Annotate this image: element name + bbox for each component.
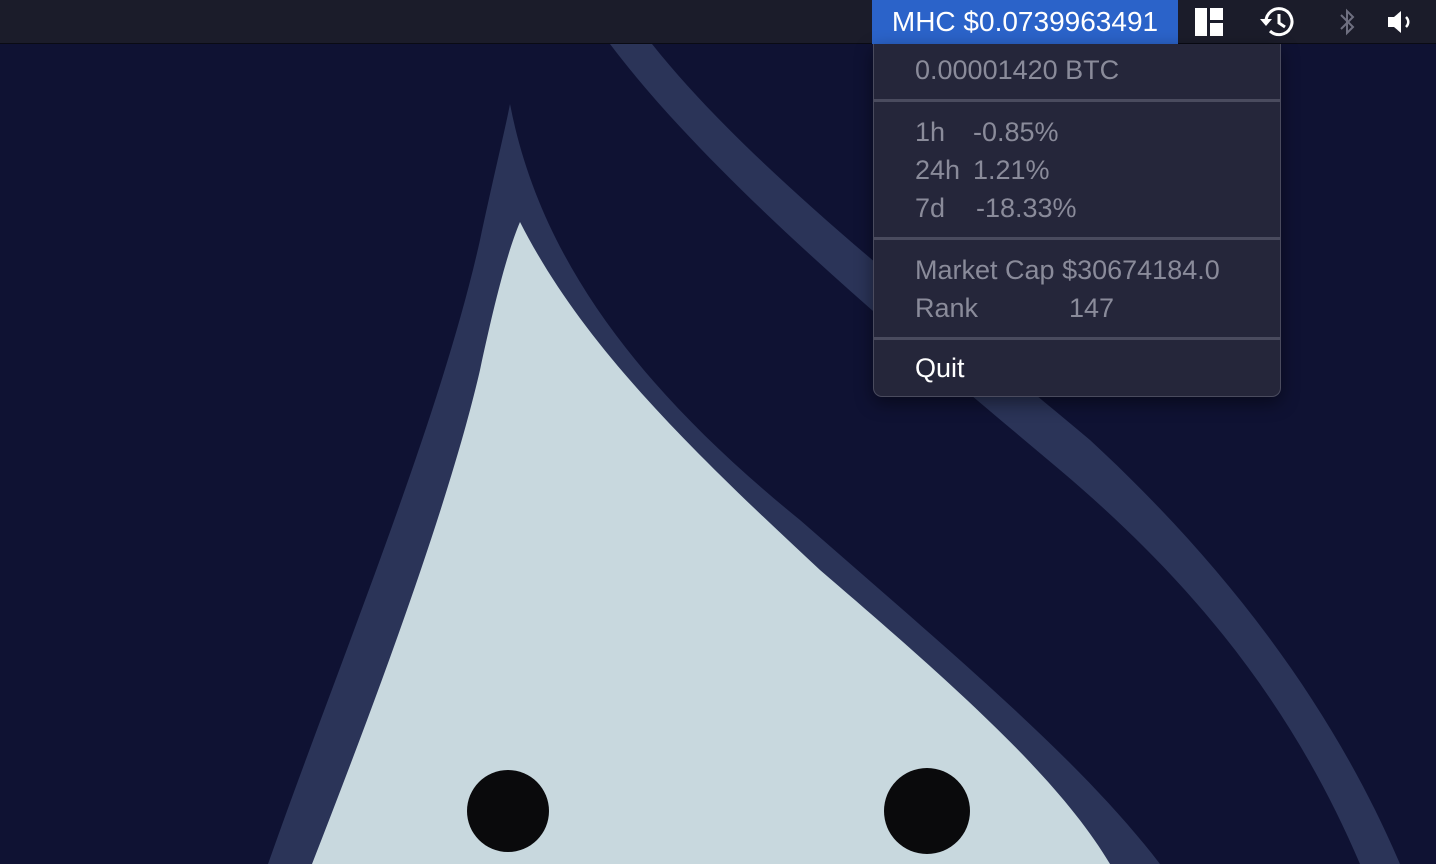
wallpaper-left-eye: [467, 770, 549, 852]
btc-price-item: 0.00001420 BTC: [915, 55, 1120, 85]
change-7d-item: 7d -18.33%: [915, 191, 1077, 225]
bluetooth-icon[interactable]: [1334, 0, 1360, 44]
market-cap-item: Market Cap $30674184.0: [915, 253, 1220, 287]
change-value: -0.85%: [973, 117, 1059, 147]
change-24h-item: 24h 1.21%: [915, 153, 1050, 187]
rank-label: Rank: [915, 293, 979, 323]
change-period-label: 7d: [915, 193, 946, 223]
menu-separator: [874, 237, 1280, 240]
change-value: -18.33%: [976, 193, 1077, 223]
change-1h-item: 1h -0.85%: [915, 115, 1059, 149]
coin-ticker-menu-item[interactable]: MHC $0.0739963491: [872, 0, 1178, 44]
wallpaper-right-eye: [884, 768, 970, 854]
window-layout-icon[interactable]: [1190, 0, 1228, 44]
change-value: 1.21%: [973, 155, 1050, 185]
menu-separator: [874, 337, 1280, 340]
market-cap-value: $30674184.0: [1062, 255, 1220, 285]
change-period-label: 24h: [915, 155, 961, 185]
volume-icon[interactable]: [1385, 0, 1417, 44]
menu-bar: MHC $0.0739963491: [0, 0, 1436, 44]
coin-dropdown-menu: 0.00001420 BTC 1h -0.85% 24h 1.21% 7d -18.3…: [873, 44, 1281, 397]
rank-value: 147: [1069, 293, 1115, 323]
change-period-label: 1h: [915, 117, 946, 147]
rank-item: Rank 147: [915, 291, 1114, 325]
quit-menu-item[interactable]: Quit: [874, 346, 1280, 390]
market-cap-label: Market Cap: [915, 255, 1055, 285]
menu-separator: [874, 99, 1280, 102]
time-machine-icon[interactable]: [1256, 0, 1298, 44]
